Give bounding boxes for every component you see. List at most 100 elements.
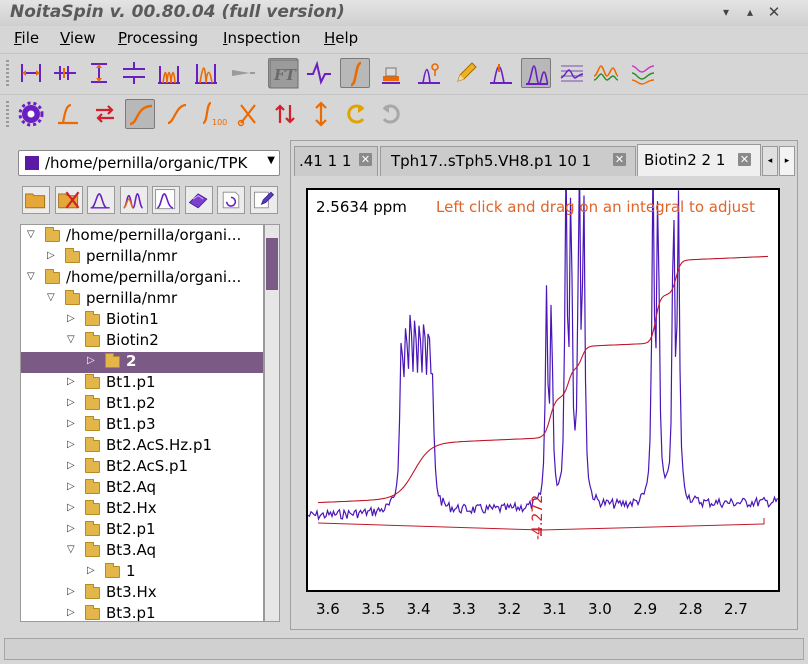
integral-curve-button[interactable] bbox=[125, 99, 155, 129]
ruler-button[interactable] bbox=[84, 58, 114, 88]
menu-help[interactable]: Help bbox=[324, 29, 358, 47]
stack-button[interactable] bbox=[591, 58, 621, 88]
expand-arrow-closed-icon[interactable]: ▷ bbox=[67, 439, 75, 450]
expand-arrow-closed-icon[interactable]: ▷ bbox=[87, 565, 95, 576]
expand-arrow-closed-icon[interactable]: ▷ bbox=[87, 355, 95, 366]
expand-arrow-closed-icon[interactable]: ▷ bbox=[67, 523, 75, 534]
vertical-arrow-button[interactable] bbox=[306, 99, 336, 129]
swap-button[interactable] bbox=[90, 99, 120, 129]
tab-scroll-left-icon[interactable]: ◂ bbox=[762, 146, 778, 176]
multi-trace-button[interactable] bbox=[628, 58, 658, 88]
spectrum-button[interactable] bbox=[87, 186, 115, 214]
tree-row[interactable]: ▽ /home/pernilla/organi... bbox=[21, 226, 263, 247]
tree-row[interactable]: ▷ Bt2.Hx bbox=[21, 499, 263, 520]
spectrum-frame-button[interactable] bbox=[152, 186, 180, 214]
tree-row[interactable]: ▷ Biotin1 bbox=[21, 310, 263, 331]
restore-icon[interactable]: ▴ bbox=[742, 4, 758, 20]
slope-button[interactable] bbox=[162, 99, 192, 129]
tree-scrollbar-thumb[interactable] bbox=[266, 238, 278, 290]
expand-arrow-closed-icon[interactable]: ▷ bbox=[67, 460, 75, 471]
tree-row[interactable]: ▷ Bt2.p1 bbox=[21, 520, 263, 541]
vcursor-button[interactable] bbox=[50, 58, 80, 88]
rotate-button[interactable] bbox=[217, 186, 245, 214]
expand-arrow-open-icon[interactable]: ▽ bbox=[47, 292, 55, 303]
redo-button[interactable] bbox=[376, 99, 406, 129]
hcursor-button[interactable] bbox=[16, 58, 46, 88]
expand-arrow-closed-icon[interactable]: ▷ bbox=[47, 250, 55, 261]
expand-arrow-closed-icon[interactable]: ▷ bbox=[67, 586, 75, 597]
multi-spectrum-button[interactable] bbox=[119, 186, 148, 214]
folder-icon bbox=[65, 290, 80, 305]
close-tab-icon[interactable]: ✕ bbox=[738, 153, 751, 166]
tree-row[interactable]: ▽ /home/pernilla/organi... bbox=[21, 268, 263, 289]
path-combo-box[interactable]: /home/pernilla/organic/TPK ▼ bbox=[18, 150, 280, 176]
toolbar-secondary: 100 bbox=[0, 94, 808, 135]
phase-button[interactable] bbox=[304, 58, 334, 88]
grid-button[interactable] bbox=[557, 58, 587, 88]
baseline-button[interactable] bbox=[53, 99, 83, 129]
menu-inspection[interactable]: Inspection bbox=[223, 29, 301, 47]
expand-arrow-closed-icon[interactable]: ▷ bbox=[67, 481, 75, 492]
integral-range-button[interactable]: 100 bbox=[197, 99, 227, 129]
expand-arrow-closed-icon[interactable]: ▷ bbox=[67, 418, 75, 429]
tree-row[interactable]: ▷ Bt2.AcS.p1 bbox=[21, 457, 263, 478]
expand-arrow-closed-icon[interactable]: ▷ bbox=[67, 607, 75, 618]
tree-row[interactable]: ▷ Bt2.Aq bbox=[21, 478, 263, 499]
expand-arrow-open-icon[interactable]: ▽ bbox=[67, 334, 75, 345]
expand-arrow-closed-icon[interactable]: ▷ bbox=[67, 397, 75, 408]
peak-marker-button[interactable] bbox=[486, 58, 516, 88]
undo-button[interactable] bbox=[341, 99, 371, 129]
chevron-down-icon[interactable]: ▼ bbox=[267, 155, 275, 166]
stamp-button[interactable] bbox=[376, 58, 406, 88]
tab-spectrum-2[interactable]: Tph17..sTph5.VH8.p1 10 1 ✕ bbox=[380, 146, 636, 176]
tree-row[interactable]: ▷ 2 bbox=[21, 352, 263, 373]
minimize-icon[interactable]: ▾ bbox=[718, 4, 734, 20]
close-icon[interactable]: ✕ bbox=[766, 4, 782, 20]
tree-row[interactable]: ▷ Bt1.p1 bbox=[21, 373, 263, 394]
up-down-arrows-button[interactable] bbox=[270, 99, 300, 129]
tree-row[interactable]: ▽ Biotin2 bbox=[21, 331, 263, 352]
tree-row[interactable]: ▷ Bt2.AcS.Hz.p1 bbox=[21, 436, 263, 457]
tree-row[interactable]: ▷ Bt3.p1 bbox=[21, 604, 263, 621]
tree-row[interactable]: ▽ pernilla/nmr bbox=[21, 289, 263, 310]
toolbar-grip[interactable] bbox=[6, 60, 9, 88]
close-tab-icon[interactable]: ✕ bbox=[613, 153, 626, 166]
toolbar-grip[interactable] bbox=[6, 101, 9, 129]
menu-processing[interactable]: Processing bbox=[118, 29, 198, 47]
multiplet-button[interactable] bbox=[154, 58, 184, 88]
tree-row[interactable]: ▷ Bt1.p3 bbox=[21, 415, 263, 436]
close-tab-icon[interactable]: ✕ bbox=[359, 153, 372, 166]
expand-arrow-closed-icon[interactable]: ▷ bbox=[67, 376, 75, 387]
folder-icon bbox=[85, 311, 100, 326]
shadow-button[interactable] bbox=[228, 58, 258, 88]
expand-arrow-closed-icon[interactable]: ▷ bbox=[67, 502, 75, 513]
tree-row[interactable]: ▷ pernilla/nmr bbox=[21, 247, 263, 268]
pencil-button[interactable] bbox=[451, 58, 481, 88]
expand-arrow-open-icon[interactable]: ▽ bbox=[27, 229, 35, 240]
tree-row[interactable]: ▷ Bt1.p2 bbox=[21, 394, 263, 415]
tree-row[interactable]: ▷ Bt3.Hx bbox=[21, 583, 263, 604]
tab-spectrum-1[interactable]: .41 1 1 ✕ bbox=[294, 146, 378, 176]
tree-row[interactable]: ▷ 1 bbox=[21, 562, 263, 583]
peak-label-button[interactable] bbox=[414, 58, 444, 88]
edit-button[interactable] bbox=[249, 186, 278, 214]
tab-spectrum-3[interactable]: Biotin2 2 1 ✕ bbox=[637, 144, 761, 176]
spacing-button[interactable] bbox=[119, 58, 149, 88]
menu-file[interactable]: File bbox=[14, 29, 39, 47]
tab-scroll-right-icon[interactable]: ▸ bbox=[779, 146, 795, 176]
cut-button[interactable] bbox=[233, 99, 263, 129]
tree-row[interactable]: ▽ Bt3.Aq bbox=[21, 541, 263, 562]
spectrum-overlay-button[interactable] bbox=[521, 58, 551, 88]
integrate-button[interactable] bbox=[340, 58, 370, 88]
menu-view[interactable]: View bbox=[60, 29, 96, 47]
file-tree[interactable]: ▽ /home/pernilla/organi... ▷ pernilla/nmr ▽ /… bbox=[20, 224, 264, 622]
expand-arrow-closed-icon[interactable]: ▷ bbox=[67, 313, 75, 324]
3d-plot-button[interactable] bbox=[184, 186, 213, 214]
close-folder-button[interactable] bbox=[54, 186, 83, 214]
peak-pick-button[interactable] bbox=[191, 58, 221, 88]
open-folder-button[interactable] bbox=[22, 186, 50, 214]
expand-arrow-open-icon[interactable]: ▽ bbox=[27, 271, 35, 282]
expand-arrow-open-icon[interactable]: ▽ bbox=[67, 544, 75, 555]
gear-button[interactable] bbox=[16, 99, 46, 129]
ft-button[interactable]: FT bbox=[268, 58, 299, 89]
